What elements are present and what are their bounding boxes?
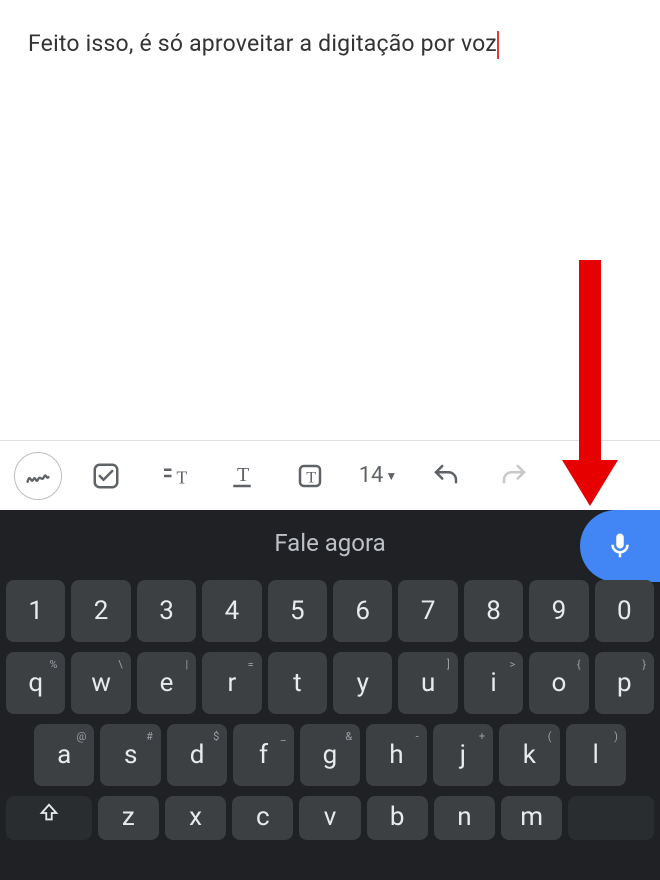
key-b[interactable]: b [367, 796, 428, 840]
key-r[interactable]: r= [202, 652, 261, 714]
key-m[interactable]: m [501, 796, 562, 840]
font-size-value: 14 [359, 463, 384, 488]
key-f[interactable]: f_ [233, 724, 293, 786]
svg-text:T: T [177, 467, 188, 487]
key-7[interactable]: 7 [398, 580, 457, 642]
key-k[interactable]: k( [499, 724, 559, 786]
font-size-selector[interactable]: 14▼ [350, 448, 406, 504]
key-l[interactable]: l) [566, 724, 626, 786]
key-0[interactable]: 0 [595, 580, 654, 642]
key-4[interactable]: 4 [202, 580, 261, 642]
key-q[interactable]: q% [6, 652, 65, 714]
key-j[interactable]: j+ [433, 724, 493, 786]
key-p[interactable]: p} [595, 652, 654, 714]
key-e[interactable]: e| [137, 652, 196, 714]
redo-button[interactable] [486, 448, 542, 504]
editor-toolbar: T T T 14▼ [0, 440, 660, 510]
key-5[interactable]: 5 [268, 580, 327, 642]
key-1[interactable]: 1 [6, 580, 65, 642]
chevron-down-icon: ▼ [385, 469, 397, 483]
key-t[interactable]: t [268, 652, 327, 714]
key-2[interactable]: 2 [71, 580, 130, 642]
checkbox-button[interactable] [78, 448, 134, 504]
shift-key[interactable] [6, 796, 92, 840]
key-s[interactable]: s# [100, 724, 160, 786]
onscreen-keyboard: Fale agora 1 2 3 4 5 6 7 8 9 0 q% w\ e| [0, 510, 660, 880]
underline-button[interactable]: T [214, 448, 270, 504]
key-z[interactable]: z [98, 796, 159, 840]
key-v[interactable]: v [299, 796, 360, 840]
key-a[interactable]: a@ [34, 724, 94, 786]
text-box-button[interactable]: T [282, 448, 338, 504]
key-3[interactable]: 3 [137, 580, 196, 642]
handwriting-button[interactable] [10, 448, 66, 504]
key-g[interactable]: g& [300, 724, 360, 786]
key-x[interactable]: x [165, 796, 226, 840]
keyboard-row-qwerty: q% w\ e| r= t y u] i> o{ p} [6, 652, 654, 714]
keyboard-top-bar: Fale agora [0, 510, 660, 576]
shift-icon [38, 802, 60, 824]
text-editor-area[interactable]: Feito isso, é só aproveitar a digitação … [0, 0, 660, 440]
microphone-icon [605, 531, 635, 561]
voice-input-button[interactable] [580, 510, 660, 582]
editor-text: Feito isso, é só aproveitar a digitação … [28, 30, 497, 57]
backspace-key[interactable] [568, 796, 654, 840]
key-6[interactable]: 6 [333, 580, 392, 642]
key-y[interactable]: y [333, 652, 392, 714]
key-n[interactable]: n [434, 796, 495, 840]
keyboard-row-numbers: 1 2 3 4 5 6 7 8 9 0 [6, 580, 654, 642]
key-u[interactable]: u] [398, 652, 457, 714]
key-d[interactable]: d$ [167, 724, 227, 786]
svg-text:T: T [237, 464, 249, 486]
key-i[interactable]: i> [464, 652, 523, 714]
keyboard-row-zxcv: z x c v b n m [6, 796, 654, 844]
key-8[interactable]: 8 [464, 580, 523, 642]
key-9[interactable]: 9 [529, 580, 588, 642]
text-format-button[interactable]: T [146, 448, 202, 504]
key-c[interactable]: c [232, 796, 293, 840]
key-w[interactable]: w\ [71, 652, 130, 714]
key-h[interactable]: h- [366, 724, 426, 786]
key-o[interactable]: o{ [529, 652, 588, 714]
undo-button[interactable] [418, 448, 474, 504]
voice-prompt-label: Fale agora [274, 529, 385, 557]
text-cursor [497, 31, 499, 59]
keyboard-row-asdf: a@ s# d$ f_ g& h- j+ k( l) [6, 724, 654, 786]
svg-text:T: T [306, 468, 316, 486]
